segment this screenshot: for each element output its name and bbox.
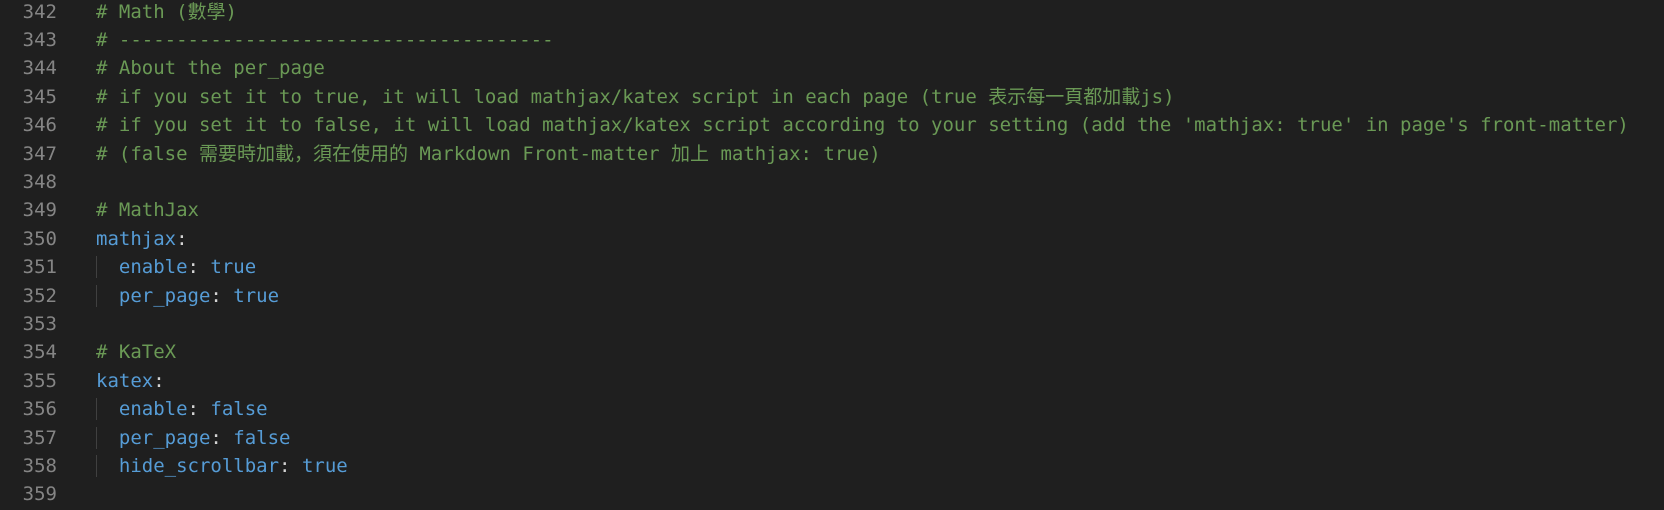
line-number: 352	[22, 284, 57, 307]
code-line[interactable]: 345 # if you set it to true, it will load…	[0, 83, 1664, 111]
code-line[interactable]: 348	[0, 168, 1664, 196]
code-line[interactable]: 352 per_page: true	[0, 282, 1664, 310]
line-number: 351	[22, 256, 57, 279]
yaml-value: false	[233, 426, 291, 449]
code-content: # if you set it to false, it will load m…	[96, 111, 1629, 139]
code-comment: # if you set it to true, it will load ma…	[96, 85, 1175, 108]
yaml-colon: :	[187, 398, 211, 421]
code-content: katex:	[96, 367, 165, 395]
line-number: 345	[22, 85, 57, 108]
code-editor[interactable]: 342 # Math (數學) 343 # ---------------------…	[0, 0, 1664, 510]
yaml-value: true	[233, 284, 280, 307]
line-number: 358	[22, 454, 57, 477]
yaml-key: enable	[118, 256, 188, 279]
code-content: mathjax:	[96, 225, 188, 253]
code-content: # MathJax	[96, 196, 199, 224]
code-comment: # MathJax	[96, 199, 199, 222]
yaml-key: per_page	[118, 426, 211, 449]
code-line[interactable]: 355 katex:	[0, 367, 1664, 395]
line-number: 344	[22, 57, 57, 80]
yaml-colon: :	[210, 284, 234, 307]
code-line[interactable]: 342 # Math (數學)	[0, 0, 1664, 26]
code-line[interactable]: 344 # About the per_page	[0, 54, 1664, 82]
yaml-key: katex	[96, 369, 154, 392]
code-content: # About the per_page	[96, 54, 325, 82]
yaml-key: enable	[118, 398, 188, 421]
code-content: enable: false	[96, 395, 268, 423]
code-line[interactable]: 343 # -----------------------------------…	[0, 26, 1664, 54]
code-line[interactable]: 350 mathjax:	[0, 225, 1664, 253]
code-line[interactable]: 354 # KaTeX	[0, 338, 1664, 366]
code-content: # Math (數學)	[96, 0, 237, 26]
code-comment: # if you set it to false, it will load m…	[96, 114, 1629, 137]
line-number: 349	[22, 199, 57, 222]
yaml-colon: :	[187, 256, 211, 279]
yaml-value: true	[210, 256, 257, 279]
code-comment: # About the per_page	[96, 57, 325, 80]
code-content: # if you set it to true, it will load ma…	[96, 83, 1175, 111]
yaml-key: mathjax	[96, 227, 177, 250]
line-number: 359	[22, 483, 57, 506]
code-content: # (false 需要時加載，須在使用的 Markdown Front-matt…	[96, 140, 881, 168]
code-content: per_page: true	[96, 282, 279, 310]
code-line[interactable]: 357 per_page: false	[0, 424, 1664, 452]
code-comment: # --------------------------------------	[96, 28, 554, 51]
code-line[interactable]: 346 # if you set it to false, it will loa…	[0, 111, 1664, 139]
yaml-value: false	[210, 398, 268, 421]
line-number: 343	[22, 28, 57, 51]
yaml-value: true	[301, 454, 348, 477]
code-content: per_page: false	[96, 424, 291, 452]
line-number: 346	[22, 114, 57, 137]
code-line[interactable]: 358 hide_scrollbar: true	[0, 452, 1664, 480]
code-line[interactable]: 359	[0, 480, 1664, 508]
code-content: # --------------------------------------	[96, 26, 554, 54]
code-comment: # KaTeX	[96, 341, 177, 364]
code-content: enable: true	[96, 253, 256, 281]
line-number: 350	[22, 227, 57, 250]
code-content: # KaTeX	[96, 338, 176, 366]
code-line[interactable]: 347 # (false 需要時加載，須在使用的 Markdown Front-m…	[0, 140, 1664, 168]
line-number: 347	[22, 142, 57, 165]
code-comment: # (false 需要時加載，須在使用的 Markdown Front-matt…	[96, 142, 881, 165]
code-comment: # Math (數學)	[96, 0, 237, 23]
yaml-colon: :	[279, 454, 302, 477]
yaml-colon: :	[210, 426, 234, 449]
code-content: hide_scrollbar: true	[96, 452, 348, 480]
line-number: 355	[22, 369, 57, 392]
line-number: 353	[22, 312, 57, 335]
yaml-key: per_page	[118, 284, 211, 307]
code-line[interactable]: 351 enable: true	[0, 253, 1664, 281]
code-line[interactable]: 353	[0, 310, 1664, 338]
yaml-colon: :	[153, 369, 165, 392]
line-number: 354	[22, 341, 57, 364]
line-number: 342	[22, 0, 57, 23]
line-number: 357	[22, 426, 57, 449]
line-number: 348	[22, 170, 57, 193]
yaml-key: hide_scrollbar	[118, 454, 280, 477]
code-line[interactable]: 349 # MathJax	[0, 196, 1664, 224]
yaml-colon: :	[176, 227, 188, 250]
line-number: 356	[22, 398, 57, 421]
code-line[interactable]: 356 enable: false	[0, 395, 1664, 423]
